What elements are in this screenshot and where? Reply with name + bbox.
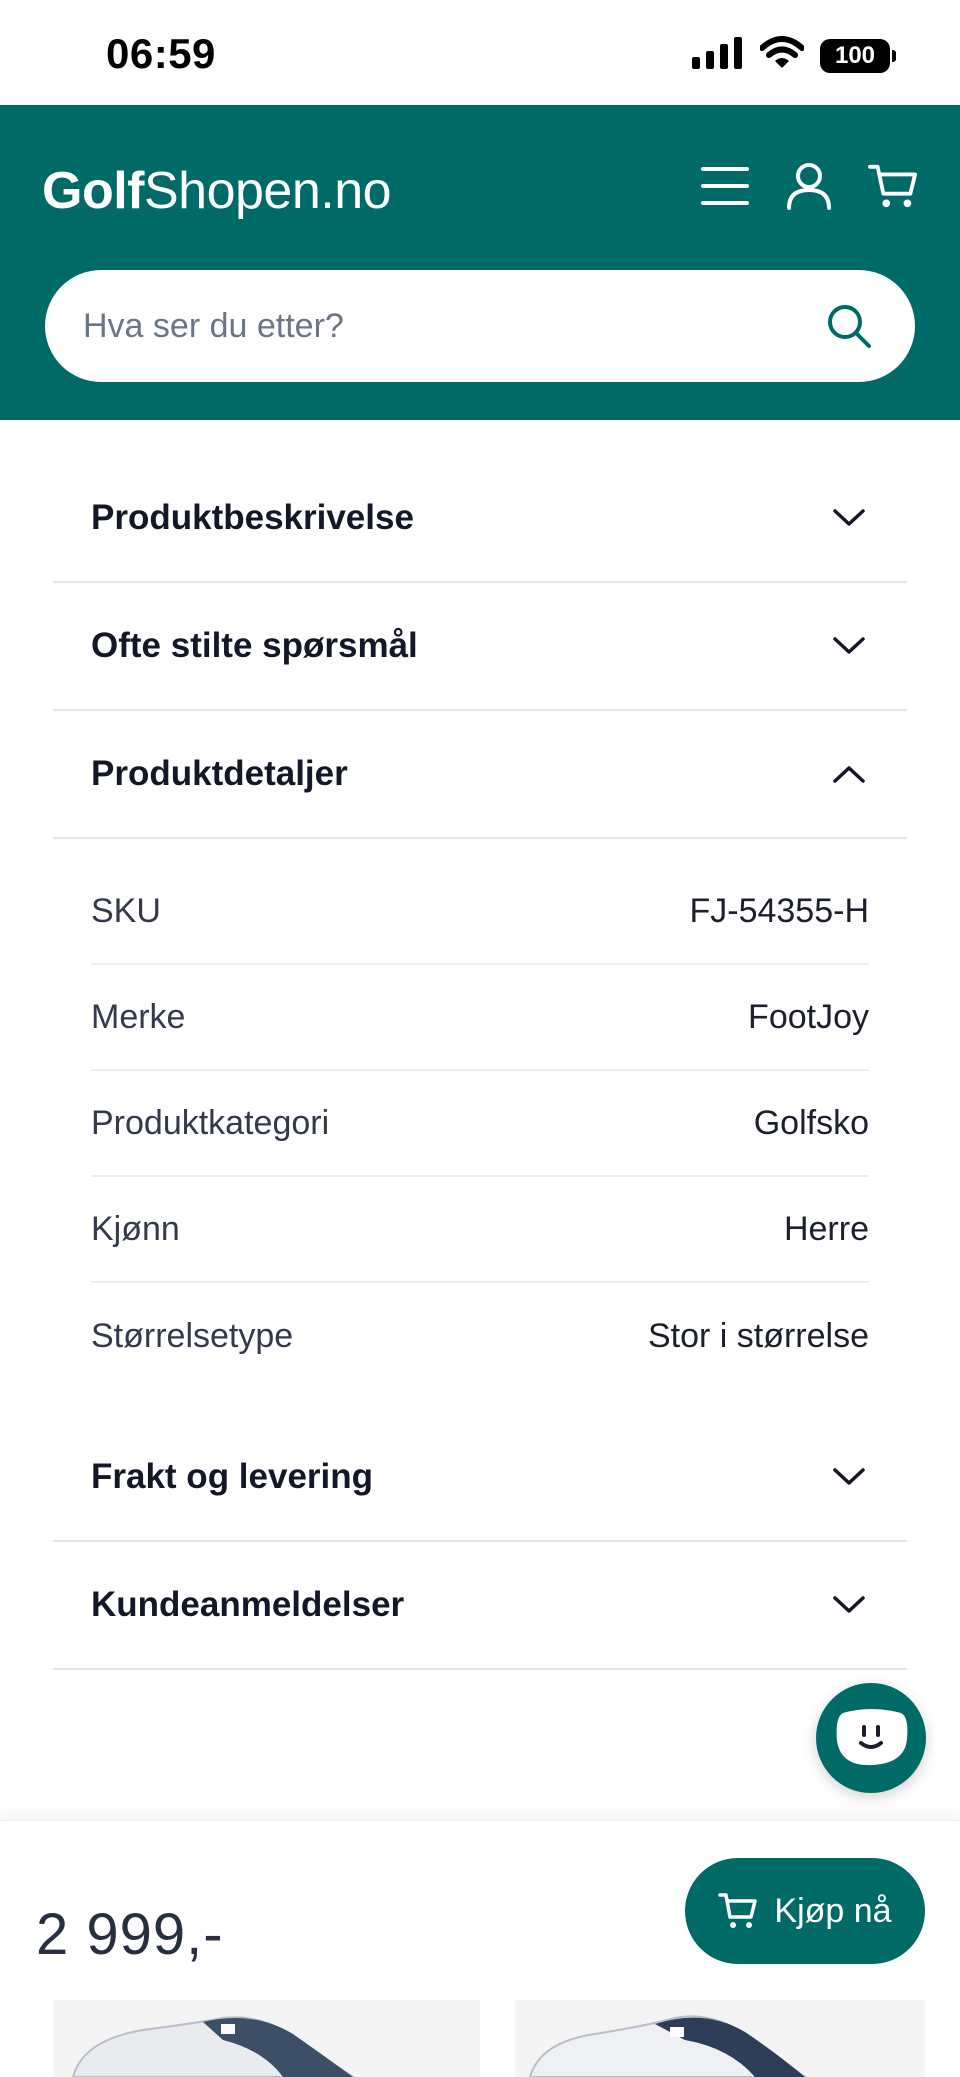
header-icons [700,161,918,211]
detail-row-category: Produktkategori Golfsko [91,1071,869,1177]
detail-value: Herre [783,1209,869,1248]
detail-row-size-type: Størrelsetype Stor i størrelse [91,1283,869,1389]
detail-value: FootJoy [748,997,869,1036]
accordion-shipping[interactable]: Frakt og levering [53,1414,907,1542]
chevron-down-icon [829,626,869,666]
related-product-image[interactable] [515,2000,925,2077]
detail-row-brand: Merke FootJoy [91,965,869,1071]
status-bar: 06:59 100 [0,0,960,105]
site-header: GolfShopen.no [0,105,960,420]
search-bar [45,270,915,382]
status-icons: 100 [692,36,896,75]
account-button[interactable] [784,161,834,211]
product-price: 2 999,- [36,1902,224,1967]
menu-button[interactable] [700,161,750,211]
detail-label: Merke [91,997,186,1036]
accordion-faq[interactable]: Ofte stilte spørsmål [53,583,907,711]
search-icon [828,305,871,348]
detail-label: SKU [91,891,161,930]
logo-bold: Golf [42,162,144,220]
accordion-reviews[interactable]: Kundeanmeldelser [53,1542,907,1670]
cart-button[interactable] [868,161,918,211]
search-input[interactable] [83,306,821,346]
battery-icon: 100 [820,38,896,73]
golf-shoe-image [528,2015,807,2077]
site-logo[interactable]: GolfShopen.no [42,161,392,221]
wifi-icon [759,36,805,75]
accordion-details[interactable]: Produktdetaljer [53,711,907,839]
detail-label: Kjønn [91,1209,180,1248]
detail-value: Stor i størrelse [647,1316,869,1355]
accordion-title: Produktbeskrivelse [91,498,414,537]
signal-icon [692,37,744,74]
status-time: 06:59 [106,30,216,77]
detail-row-sku: SKU FJ-54355-H [91,859,869,965]
detail-row-gender: Kjønn Herre [91,1177,869,1283]
detail-value: Golfsko [753,1103,869,1142]
detail-label: Størrelsetype [91,1316,294,1355]
chevron-down-icon [829,1457,869,1497]
detail-value: FJ-54355-H [689,891,869,930]
buy-now-label: Kjøp nå [774,1891,892,1930]
cart-icon [868,164,918,208]
buy-now-button[interactable]: Kjøp nå [685,1858,925,1964]
accordion-title: Kundeanmeldelser [91,1585,405,1624]
user-icon [787,163,831,210]
accordion-title: Ofte stilte spørsmål [91,626,418,665]
cart-icon [718,1893,758,1928]
chevron-down-icon [829,1585,869,1625]
chevron-down-icon [829,498,869,538]
search-button[interactable] [821,298,877,354]
chevron-up-icon [829,754,869,794]
chat-face-icon [836,1709,908,1766]
product-details-panel: SKU FJ-54355-H Merke FootJoy Produktkate… [53,839,907,1414]
accordion-description[interactable]: Produktbeskrivelse [53,455,907,583]
accordion-title: Frakt og levering [91,1457,374,1496]
accordion-title: Produktdetaljer [91,754,348,793]
product-accordion: Produktbeskrivelse Ofte stilte spørsmål … [53,455,907,1670]
chat-widget-button[interactable] [816,1683,926,1793]
detail-label: Produktkategori [91,1103,330,1142]
menu-icon [701,167,749,205]
related-product-image[interactable] [53,2000,480,2077]
golf-shoe-image [71,2016,355,2077]
logo-light: Shopen.no [143,162,392,220]
